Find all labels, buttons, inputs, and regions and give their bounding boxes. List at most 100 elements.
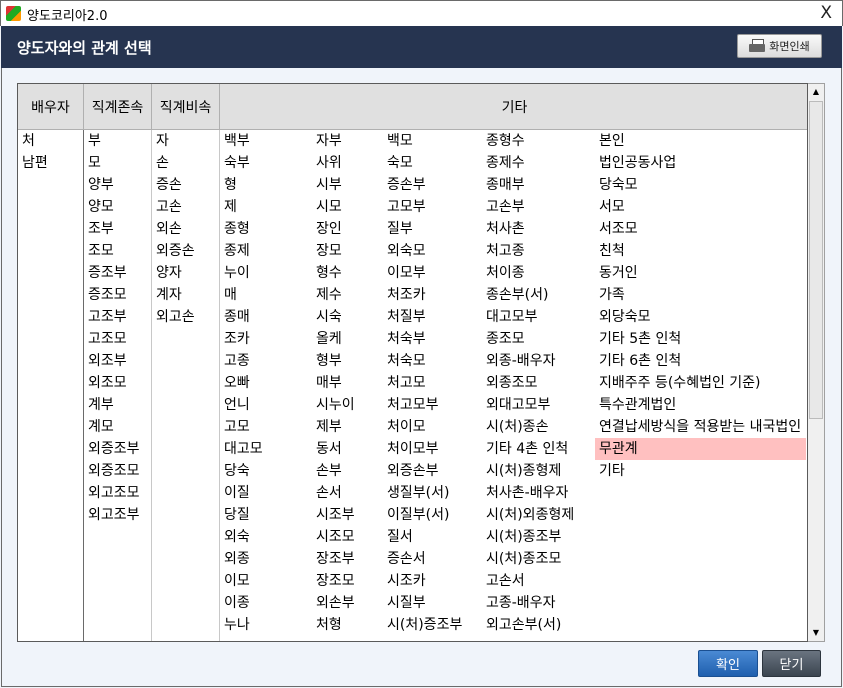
relation-item[interactable]: 장모 <box>312 240 383 262</box>
relation-item[interactable]: 고종-배우자 <box>482 592 595 614</box>
relation-item[interactable]: 고모부 <box>383 196 482 218</box>
relation-item[interactable]: 종손부(서) <box>482 284 595 306</box>
close-button[interactable]: 닫기 <box>762 650 821 677</box>
relation-item[interactable]: 외숙모 <box>383 240 482 262</box>
relation-item[interactable]: 사위 <box>312 152 383 174</box>
relation-item[interactable]: 고조부 <box>84 306 151 328</box>
relation-item[interactable]: 가족 <box>595 284 806 306</box>
confirm-button[interactable]: 확인 <box>698 650 758 677</box>
relation-item[interactable]: 이모 <box>220 570 312 592</box>
relation-item[interactable]: 종매부 <box>482 174 595 196</box>
relation-item[interactable]: 외숙 <box>220 526 312 548</box>
relation-item[interactable]: 손부 <box>312 460 383 482</box>
relation-item[interactable]: 부 <box>84 130 151 152</box>
relation-item[interactable]: 외종 <box>220 548 312 570</box>
relation-item[interactable]: 시(처)증조부 <box>383 614 482 636</box>
relation-item[interactable]: 외조모 <box>84 372 151 394</box>
relation-item[interactable]: 생질부(서) <box>383 482 482 504</box>
relation-item[interactable]: 언니 <box>220 394 312 416</box>
relation-item[interactable]: 처고모 <box>383 372 482 394</box>
relation-item[interactable]: 외증조부 <box>84 438 151 460</box>
relation-item[interactable]: 처형 <box>312 614 383 636</box>
relation-item[interactable]: 서모 <box>595 196 806 218</box>
relation-item[interactable]: 처고종 <box>482 240 595 262</box>
vertical-scrollbar[interactable]: ▲ ▼ <box>808 83 825 642</box>
relation-item[interactable]: 외대고모부 <box>482 394 595 416</box>
relation-item[interactable]: 숙부 <box>220 152 312 174</box>
relation-item[interactable]: 양부 <box>84 174 151 196</box>
relation-item[interactable]: 손 <box>152 152 219 174</box>
relation-item[interactable]: 형부 <box>312 350 383 372</box>
relation-item[interactable]: 오빠 <box>220 372 312 394</box>
relation-item[interactable]: 시조모 <box>312 526 383 548</box>
relation-item[interactable]: 시(처)종손 <box>482 416 595 438</box>
relation-item[interactable]: 조카 <box>220 328 312 350</box>
relation-item[interactable]: 종제 <box>220 240 312 262</box>
relation-item[interactable]: 외당숙모 <box>595 306 806 328</box>
relation-item[interactable]: 이질부(서) <box>383 504 482 526</box>
relation-item[interactable]: 종매 <box>220 306 312 328</box>
relation-item[interactable]: 처질부 <box>383 306 482 328</box>
relation-item[interactable]: 계자 <box>152 284 219 306</box>
relation-item[interactable]: 외증손부 <box>383 460 482 482</box>
relation-item[interactable]: 처사촌-배우자 <box>482 482 595 504</box>
relation-item[interactable]: 자부 <box>312 130 383 152</box>
relation-item[interactable]: 질부 <box>383 218 482 240</box>
relation-item[interactable]: 처이모부 <box>383 438 482 460</box>
relation-item[interactable]: 처 <box>18 130 83 152</box>
relation-item[interactable]: 종조모 <box>482 328 595 350</box>
relation-item[interactable]: 종형 <box>220 218 312 240</box>
relation-item[interactable]: 장인 <box>312 218 383 240</box>
relation-item[interactable]: 시누이 <box>312 394 383 416</box>
relation-item[interactable]: 장조부 <box>312 548 383 570</box>
relation-item[interactable]: 법인공동사업 <box>595 152 806 174</box>
relation-item[interactable]: 형 <box>220 174 312 196</box>
relation-item[interactable]: 외조부 <box>84 350 151 372</box>
relation-item[interactable]: 증조부 <box>84 262 151 284</box>
relation-item[interactable]: 친척 <box>595 240 806 262</box>
relation-item[interactable]: 올케 <box>312 328 383 350</box>
relation-item[interactable]: 시숙 <box>312 306 383 328</box>
relation-item[interactable]: 제 <box>220 196 312 218</box>
relation-item[interactable]: 양자 <box>152 262 219 284</box>
relation-item[interactable]: 처조카 <box>383 284 482 306</box>
relation-item[interactable]: 시모 <box>312 196 383 218</box>
relation-item[interactable]: 서조모 <box>595 218 806 240</box>
relation-item[interactable]: 당숙모 <box>595 174 806 196</box>
relation-item[interactable]: 당숙 <box>220 460 312 482</box>
relation-item[interactable]: 모 <box>84 152 151 174</box>
relation-item[interactable]: 시(처)종조부 <box>482 526 595 548</box>
relation-item[interactable]: 종제수 <box>482 152 595 174</box>
relation-item[interactable]: 시질부 <box>383 592 482 614</box>
relation-item[interactable]: 증조모 <box>84 284 151 306</box>
relation-item[interactable]: 시조카 <box>383 570 482 592</box>
relation-item[interactable]: 처고모부 <box>383 394 482 416</box>
relation-item[interactable]: 시(처)외종형제 <box>482 504 595 526</box>
close-window-button[interactable]: X <box>820 3 832 23</box>
relation-item[interactable]: 대고모부 <box>482 306 595 328</box>
relation-item[interactable]: 이모부 <box>383 262 482 284</box>
relation-item[interactable]: 질서 <box>383 526 482 548</box>
relation-item[interactable]: 남편 <box>18 152 83 174</box>
relation-item[interactable]: 외증손 <box>152 240 219 262</box>
relation-item[interactable]: 외고손부(서) <box>482 614 595 636</box>
relation-item[interactable]: 자 <box>152 130 219 152</box>
relation-item[interactable]: 무관계 <box>595 438 806 460</box>
relation-item[interactable]: 외고손 <box>152 306 219 328</box>
relation-item[interactable]: 이질 <box>220 482 312 504</box>
relation-item[interactable]: 누나 <box>220 614 312 636</box>
scroll-up-icon[interactable]: ▲ <box>808 84 824 100</box>
relation-item[interactable]: 이종 <box>220 592 312 614</box>
relation-item[interactable]: 처숙모 <box>383 350 482 372</box>
relation-item[interactable]: 처이종 <box>482 262 595 284</box>
relation-item[interactable]: 장조모 <box>312 570 383 592</box>
relation-item[interactable]: 처사촌 <box>482 218 595 240</box>
relation-item[interactable]: 시(처)종형제 <box>482 460 595 482</box>
relation-item[interactable]: 손서 <box>312 482 383 504</box>
relation-item[interactable]: 고손 <box>152 196 219 218</box>
relation-item[interactable]: 증손부 <box>383 174 482 196</box>
relation-item[interactable]: 계모 <box>84 416 151 438</box>
relation-item[interactable]: 형수 <box>312 262 383 284</box>
relation-item[interactable]: 처이모 <box>383 416 482 438</box>
relation-item[interactable]: 외고조부 <box>84 504 151 526</box>
